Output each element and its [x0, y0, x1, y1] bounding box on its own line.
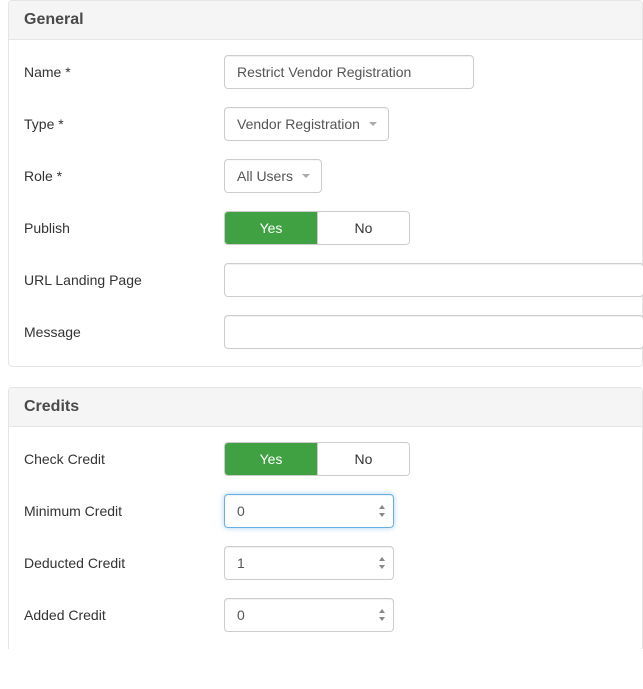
minimum-credit-label: Minimum Credit: [24, 503, 224, 519]
role-row: Role * All Users: [9, 159, 642, 193]
name-row: Name *: [9, 55, 642, 89]
type-select[interactable]: Vendor Registration: [224, 107, 389, 141]
added-credit-row: Added Credit: [9, 598, 642, 632]
name-input[interactable]: [224, 55, 474, 89]
credits-heading: Credits: [9, 388, 642, 427]
general-panel: General Name * Type * Vendor Registratio…: [8, 0, 643, 367]
credits-heading-text: Credits: [24, 398, 627, 416]
type-label: Type *: [24, 116, 224, 132]
check-credit-label: Check Credit: [24, 451, 224, 467]
credits-panel: Credits Check Credit Yes No Minimum Cred…: [8, 387, 643, 649]
deducted-credit-label: Deducted Credit: [24, 555, 224, 571]
spinner-icon[interactable]: [376, 605, 388, 625]
added-credit-stepper: [224, 598, 394, 632]
type-row: Type * Vendor Registration: [9, 107, 642, 141]
check-credit-yes-button[interactable]: Yes: [225, 443, 317, 475]
minimum-credit-input[interactable]: [224, 494, 394, 528]
deducted-credit-stepper: [224, 546, 394, 580]
url-landing-label: URL Landing Page: [24, 272, 224, 288]
general-heading: General: [9, 1, 642, 40]
check-credit-toggle: Yes No: [224, 442, 410, 476]
publish-toggle: Yes No: [224, 211, 410, 245]
publish-row: Publish Yes No: [9, 211, 642, 245]
message-label: Message: [24, 324, 224, 340]
publish-yes-button[interactable]: Yes: [225, 212, 317, 244]
general-body: Name * Type * Vendor Registration Role *: [9, 40, 642, 366]
general-heading-text: General: [24, 11, 627, 29]
message-row: Message: [9, 315, 642, 349]
deducted-credit-row: Deducted Credit: [9, 546, 642, 580]
check-credit-no-button[interactable]: No: [317, 443, 409, 475]
url-landing-input[interactable]: [224, 263, 643, 297]
spinner-icon[interactable]: [376, 553, 388, 573]
added-credit-input[interactable]: [224, 598, 394, 632]
message-input[interactable]: [224, 315, 643, 349]
chevron-down-icon: [301, 171, 311, 181]
type-select-text: Vendor Registration: [237, 116, 360, 132]
spinner-icon[interactable]: [376, 501, 388, 521]
name-label: Name *: [24, 64, 224, 80]
credits-body: Check Credit Yes No Minimum Credit: [9, 427, 642, 649]
role-label: Role *: [24, 168, 224, 184]
publish-no-button[interactable]: No: [317, 212, 409, 244]
minimum-credit-stepper: [224, 494, 394, 528]
added-credit-label: Added Credit: [24, 607, 224, 623]
chevron-down-icon: [368, 119, 378, 129]
role-select-text: All Users: [237, 168, 293, 184]
publish-label: Publish: [24, 220, 224, 236]
check-credit-row: Check Credit Yes No: [9, 442, 642, 476]
deducted-credit-input[interactable]: [224, 546, 394, 580]
url-landing-row: URL Landing Page: [9, 263, 642, 297]
role-select[interactable]: All Users: [224, 159, 322, 193]
minimum-credit-row: Minimum Credit: [9, 494, 642, 528]
